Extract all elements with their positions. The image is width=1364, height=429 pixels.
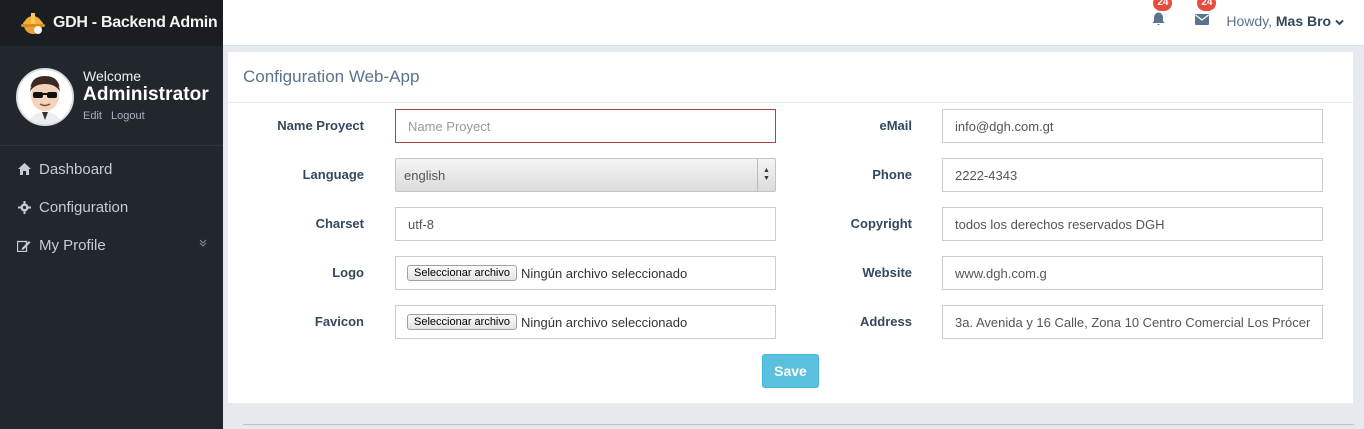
topbar: 24 24 Howdy, Mas Bro [223,0,1364,46]
notifications-button[interactable]: 24 [1148,0,1173,31]
messages-button[interactable]: 24 [1192,0,1217,31]
name-proyect-label: Name Proyect [277,118,364,133]
envelope-icon [1195,12,1210,30]
sidebar-item-configuration[interactable]: Configuration [0,188,223,226]
notification-count-badge: 24 [1153,0,1173,11]
save-button[interactable]: Save [762,354,819,388]
configuration-panel: Configuration Web-App Name Proyect Name … [228,52,1353,403]
website-value: www.dgh.com.g [955,265,1047,281]
copyright-input[interactable]: todos los derechos reservados DGH [942,207,1323,241]
copyright-value: todos los derechos reservados DGH [955,216,1165,232]
howdy-text: Howdy, [1226,13,1272,29]
logo-file-input[interactable]: Seleccionar archivo Ningún archivo selec… [395,256,776,290]
bell-icon [1152,12,1165,31]
favicon-file-input[interactable]: Seleccionar archivo Ningún archivo selec… [395,305,776,339]
name-proyect-input[interactable]: Name Proyect [395,109,776,143]
website-input[interactable]: www.dgh.com.g [942,256,1323,290]
edit-icon [17,238,31,252]
email-label: eMail [879,118,912,133]
email-input[interactable]: info@dgh.com.gt [942,109,1323,143]
select-arrows-icon: ▲ ▼ [757,159,775,191]
profile-section: Welcome Administrator Edit Logout [0,46,223,146]
avatar [16,68,74,126]
logo-file-status: Ningún archivo seleccionado [521,265,688,281]
panel-title: Configuration Web-App [228,52,1353,103]
message-count-badge: 24 [1197,0,1217,11]
charset-value: utf-8 [408,216,435,232]
language-value: english [404,167,446,183]
welcome-text: Welcome [83,68,142,84]
language-label: Language [302,167,364,182]
sidebar-item-my-profile[interactable]: My Profile [0,226,223,264]
language-select[interactable]: english ▲ ▼ [395,158,776,192]
email-value: info@dgh.com.gt [955,118,1054,134]
sidebar-item-label: My Profile [39,236,106,254]
logo-label: Logo [332,265,364,280]
hardhat-logo-icon [18,8,48,38]
divider [243,424,1354,425]
brand-bar[interactable]: GDH - Backend Admin [0,0,223,46]
website-label: Website [862,265,912,280]
home-icon [17,162,31,176]
chevron-down-icon [199,239,207,250]
edit-profile-link[interactable]: Edit [83,110,102,122]
copyright-label: Copyright [850,216,912,231]
sidebar: GDH - Backend Admin Welcome Administrato… [0,0,223,429]
phone-input[interactable]: 2222-4343 [942,158,1323,192]
logo-choose-file-button[interactable]: Seleccionar archivo [407,265,517,281]
chevron-down-icon [1335,13,1344,29]
favicon-choose-file-button[interactable]: Seleccionar archivo [407,314,517,330]
sidebar-item-dashboard[interactable]: Dashboard [0,150,223,188]
phone-label: Phone [872,167,912,182]
brand-title: GDH - Backend Admin [53,14,218,31]
sidebar-item-label: Configuration [39,198,129,216]
gear-icon [17,200,31,214]
sidebar-nav: Dashboard Configuration My Profile [0,150,223,264]
charset-input[interactable]: utf-8 [395,207,776,241]
charset-label: Charset [315,216,364,231]
sidebar-item-label: Dashboard [39,160,113,178]
address-label: Address [859,314,912,329]
user-name: Administrator [83,84,209,105]
address-value: 3a. Avenida y 16 Calle, Zona 10 Centro C… [955,314,1311,330]
user-menu[interactable]: Howdy, Mas Bro [1226,13,1344,29]
favicon-label: Favicon [314,314,364,329]
logout-link[interactable]: Logout [111,110,145,122]
phone-value: 2222-4343 [955,167,1018,183]
name-proyect-placeholder: Name Proyect [408,118,491,134]
favicon-file-status: Ningún archivo seleccionado [521,314,688,330]
address-input[interactable]: 3a. Avenida y 16 Calle, Zona 10 Centro C… [942,305,1323,339]
user-menu-name: Mas Bro [1275,13,1332,29]
